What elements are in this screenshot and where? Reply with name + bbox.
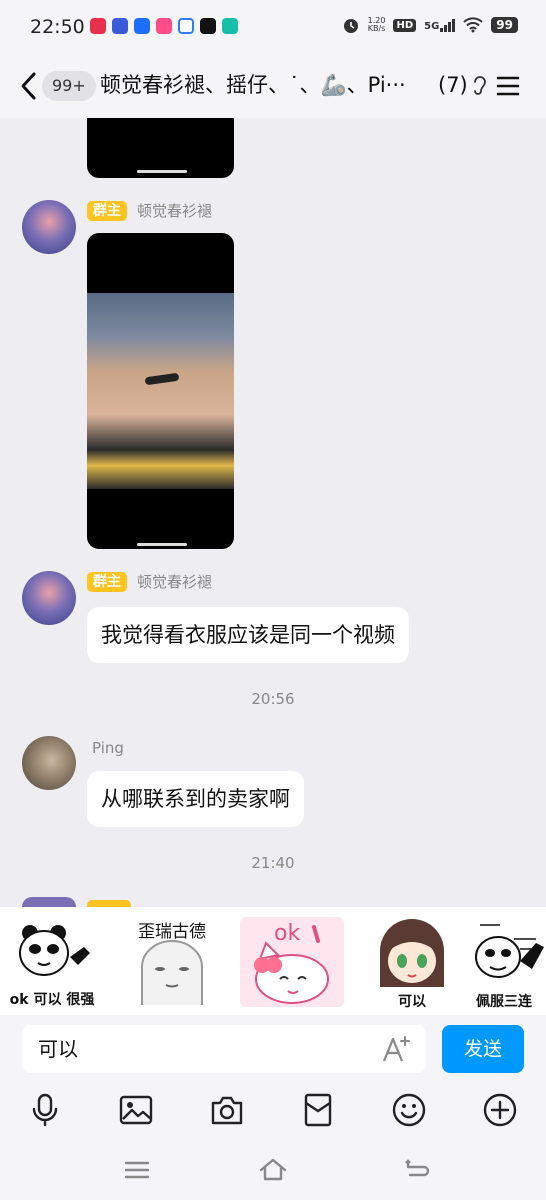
unread-count-badge[interactable]: 99+ (42, 71, 96, 101)
text-style-icon[interactable] (380, 1033, 412, 1065)
signal-icon: 5G (424, 18, 456, 32)
plus-icon[interactable] (483, 1093, 517, 1127)
ghost-face-icon (141, 940, 203, 1005)
sticker-ok-girl[interactable]: 可以 (360, 917, 464, 1010)
wifi-icon (463, 17, 483, 33)
app-notification-icon (112, 18, 128, 34)
status-bar: 22:50 1.20 KB/s HD 5G 99 (0, 0, 546, 56)
owner-badge: 群主 (87, 572, 127, 592)
video-message[interactable] (87, 118, 234, 178)
battery-icon: 99 (491, 17, 518, 33)
sticker-ok-panda[interactable]: ok 可以 很强 (0, 917, 104, 1008)
camera-icon[interactable] (210, 1093, 244, 1127)
sender-name: 顿觉春衫褪 (137, 202, 213, 220)
avatar[interactable] (22, 736, 76, 790)
send-button[interactable]: 发送 (442, 1025, 524, 1073)
sticker-very-good[interactable]: 歪瑞古德 (120, 917, 224, 1007)
avatar[interactable] (22, 571, 76, 625)
video-thumbnail (87, 293, 234, 489)
sticker-admire[interactable]: 佩服三连 (462, 917, 546, 1010)
sticker-caption: 佩服三连 (476, 994, 532, 1010)
back-nav-icon[interactable] (402, 1155, 432, 1185)
avatar[interactable] (22, 897, 76, 907)
sticker-caption: 可以 (398, 994, 426, 1010)
alarm-icon (343, 19, 358, 33)
app-notification-icon (178, 18, 194, 34)
back-icon[interactable] (14, 68, 44, 104)
red-packet-icon[interactable] (301, 1093, 335, 1127)
emoji-icon[interactable] (392, 1093, 426, 1127)
timestamp: 21:40 (251, 854, 295, 872)
sender-name: 顿觉春衫褪 (137, 573, 213, 591)
panda-face-icon (19, 925, 90, 976)
image-icon[interactable] (119, 1093, 153, 1127)
video-progress-bar (137, 170, 187, 173)
app-notification-icon (222, 18, 238, 34)
panda-thumbs-up-icon (475, 924, 544, 978)
video-message[interactable] (87, 233, 234, 549)
app-notification-icon (200, 18, 216, 34)
status-right: 1.20 KB/s HD 5G 99 (342, 16, 518, 34)
notification-icons (90, 18, 238, 34)
sticker-caption: ok 可以 很强 (9, 992, 95, 1008)
recent-apps-icon[interactable] (122, 1155, 152, 1185)
sticker-ok-cat[interactable]: ok (240, 917, 344, 1007)
earpiece-mode-icon[interactable] (472, 74, 488, 98)
home-icon[interactable] (258, 1155, 288, 1185)
cat-face-icon (254, 925, 329, 1004)
app-notification-icon (134, 18, 150, 34)
status-time: 22:50 (30, 16, 85, 38)
sender-name: Ping (92, 739, 124, 757)
timestamp: 20:56 (251, 690, 295, 708)
app-notification-icon (156, 18, 172, 34)
anime-girl-icon (380, 919, 444, 987)
input-bar: 可以 发送 (0, 1015, 546, 1200)
message-input[interactable]: 可以 (22, 1025, 426, 1073)
hd-icon: HD (393, 18, 417, 32)
member-count: (7) (438, 73, 468, 97)
chat-title[interactable]: 顿觉春衫褪、摇仔、˙、🦾、Pi··· (100, 70, 430, 100)
owner-badge: 群主 (87, 201, 127, 221)
avatar[interactable] (22, 200, 76, 254)
menu-icon[interactable] (496, 74, 520, 98)
video-progress-bar (137, 543, 187, 546)
microphone-icon[interactable] (28, 1093, 62, 1127)
message-input-text: 可以 (38, 1037, 78, 1061)
owner-badge (87, 900, 131, 907)
chat-header: 99+ 顿觉春衫褪、摇仔、˙、🦾、Pi··· (7) (0, 56, 546, 118)
message-bubble[interactable]: 从哪联系到的卖家啊 (87, 771, 304, 827)
net-speed: 1.20 KB/s (367, 16, 386, 33)
message-bubble[interactable]: 我觉得看衣服应该是同一个视频 (87, 607, 409, 663)
app-notification-icon (90, 18, 106, 34)
sticker-suggestions: ok 可以 很强 歪瑞古德 ok 可以 佩服三连 (0, 907, 546, 1015)
